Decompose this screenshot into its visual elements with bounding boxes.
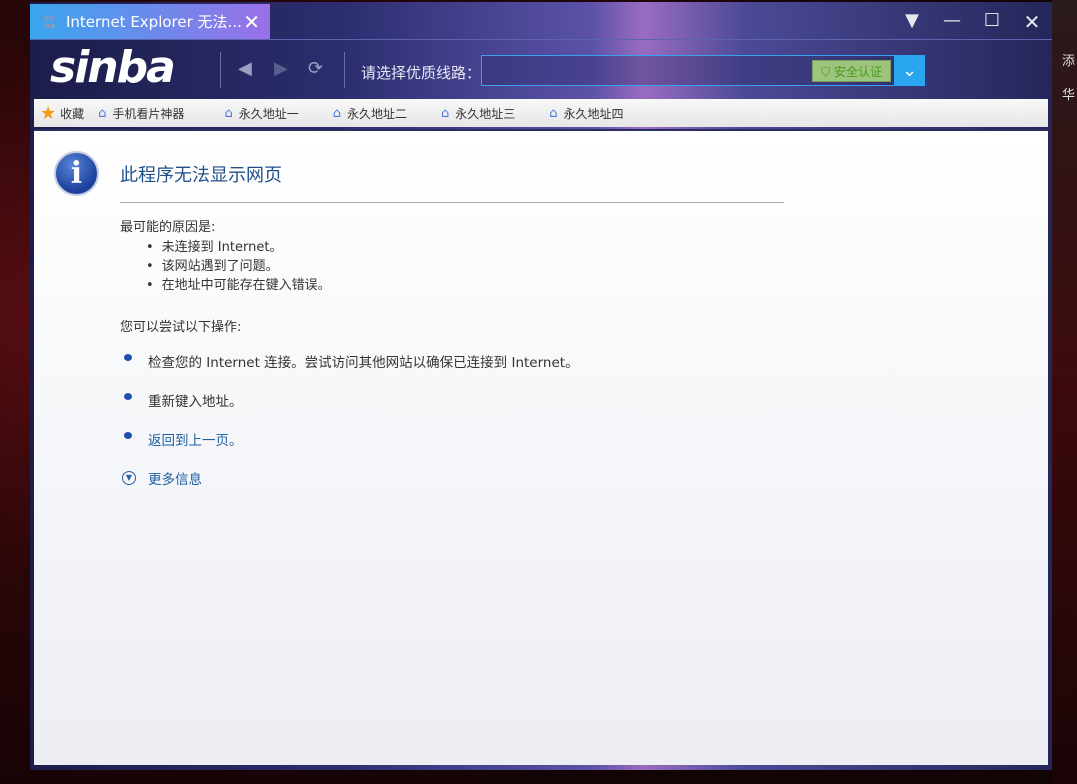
expand-circle-icon: ▼ — [122, 471, 136, 485]
divider — [120, 202, 784, 203]
security-badge: ⛉ 安全认证 — [812, 60, 891, 82]
page-title: 此程序无法显示网页 — [120, 165, 282, 186]
actions-heading: 您可以尝试以下操作: — [120, 320, 242, 335]
desktop-text-fragment: 华 — [1062, 88, 1076, 103]
info-icon: i — [54, 151, 99, 196]
more-info-link[interactable]: 更多信息 — [148, 468, 202, 488]
tab-close-icon[interactable]: ✕ — [243, 10, 260, 34]
shield-icon: ⛉ — [821, 65, 834, 79]
route-dropdown-button[interactable]: ⌄ — [894, 55, 925, 86]
bookmark-label: 永久地址三 — [455, 106, 516, 121]
home-icon: ⌂ — [441, 105, 450, 121]
bullet-icon — [124, 431, 132, 439]
bookmark-item[interactable]: ⌂ 永久地址二 — [333, 105, 407, 122]
tab-active[interactable]: sn ba Internet Explorer 无法... ✕ — [30, 4, 270, 39]
menu-icon[interactable]: ▼ — [900, 10, 924, 31]
causes-heading: 最可能的原因是: — [120, 220, 216, 235]
go-back-link[interactable]: 返回到上一页。 — [148, 429, 243, 449]
tab-title: Internet Explorer 无法... — [66, 13, 242, 31]
home-icon: ⌂ — [98, 105, 107, 121]
favorites-label: 收藏 — [60, 106, 85, 121]
close-button[interactable]: ✕ — [1020, 10, 1044, 34]
security-badge-label: 安全认证 — [833, 65, 882, 79]
minimize-button[interactable]: — — [940, 10, 964, 31]
home-icon: ⌂ — [549, 105, 558, 121]
bookmark-item[interactable]: ⌂ 手机看片神器 — [98, 105, 184, 122]
cause-item: 该网站遇到了问题。 — [146, 255, 279, 274]
action-item: 检查您的 Internet 连接。尝试访问其他网站以确保已连接到 Interne… — [124, 351, 579, 371]
forward-button[interactable]: ▶ — [274, 58, 288, 79]
divider — [220, 52, 221, 88]
favorites-button[interactable]: ★ 收藏 — [34, 103, 84, 124]
action-text: 重新键入地址。 — [148, 394, 243, 410]
cause-item: 未连接到 Internet。 — [146, 236, 283, 255]
bookmark-label: 手机看片神器 — [112, 106, 185, 121]
maximize-button[interactable]: ☐ — [980, 10, 1004, 31]
sinba-favicon-icon: sn ba — [44, 12, 56, 30]
page-content: i 此程序无法显示网页 最可能的原因是: 未连接到 Internet。 该网站遇… — [34, 129, 1048, 765]
refresh-button[interactable]: ⟳ — [308, 58, 323, 79]
chevron-down-icon: ⌄ — [901, 60, 918, 81]
route-input[interactable]: ⛉ 安全认证 — [481, 55, 895, 86]
toolbar: sinba ◀ ▶ ⟳ 请选择优质线路： ⛉ 安全认证 ⌄ — [30, 39, 1052, 99]
bookmark-item[interactable]: ⌂ 永久地址四 — [549, 105, 623, 122]
action-item: 重新键入地址。 — [124, 390, 243, 410]
bookmark-item[interactable]: ⌂ 永久地址三 — [441, 105, 515, 122]
star-icon: ★ — [40, 102, 57, 124]
desktop-text-fragment: 添 — [1062, 54, 1076, 69]
divider — [344, 52, 345, 88]
bookmark-label: 永久地址二 — [346, 106, 407, 121]
desktop-background-fragment: 添 华 — [1052, 0, 1077, 784]
action-text: 检查您的 Internet 连接。尝试访问其他网站以确保已连接到 Interne… — [148, 355, 579, 371]
home-icon: ⌂ — [332, 105, 341, 121]
back-button[interactable]: ◀ — [238, 58, 252, 79]
browser-window: sn ba Internet Explorer 无法... ✕ ▼ — ☐ ✕ s… — [30, 2, 1052, 770]
bookmark-label: 永久地址一 — [238, 106, 299, 121]
bookmark-item[interactable]: ⌂ 永久地址一 — [224, 105, 298, 122]
action-item: 返回到上一页。 — [124, 429, 243, 449]
home-icon: ⌂ — [224, 105, 233, 121]
bullet-icon — [124, 392, 132, 400]
bookmark-label: 永久地址四 — [563, 106, 624, 121]
bullet-icon — [124, 353, 132, 361]
bookmarks-bar: ★ 收藏 ⌂ 手机看片神器 ⌂ 永久地址一 ⌂ 永久地址二 ⌂ 永久地址三 ⌂ 永久地址四 — [34, 99, 1048, 127]
cause-item: 在地址中可能存在键入错误。 — [146, 274, 331, 293]
more-info-toggle[interactable]: ▼ 更多信息 — [122, 468, 202, 488]
route-label: 请选择优质线路： — [361, 64, 482, 82]
sinba-logo: sinba — [50, 42, 176, 93]
